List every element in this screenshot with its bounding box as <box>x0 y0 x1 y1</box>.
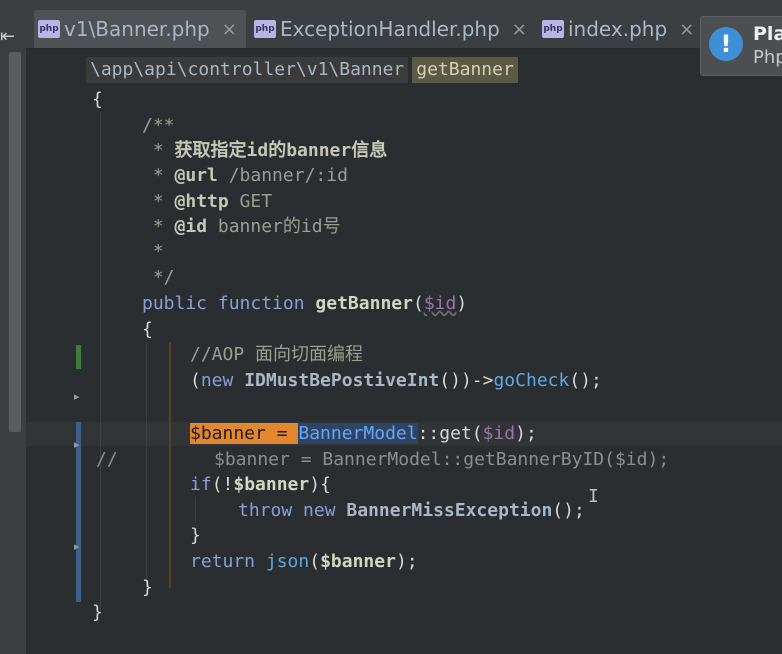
variable: $id <box>482 423 516 444</box>
doc-text: 获取指定id的banner信息 <box>174 140 388 161</box>
left-tool-strip <box>0 48 26 654</box>
code-line[interactable]: * <box>142 240 164 264</box>
indent-guide <box>195 497 196 523</box>
notification-subtitle: Php <box>753 47 782 68</box>
keyword: new <box>303 500 336 521</box>
punctuation: (! <box>211 474 234 495</box>
tab-label: v1\Banner.php <box>64 17 210 41</box>
code-line[interactable]: * @http GET <box>142 190 272 214</box>
code-line[interactable]: /** <box>142 114 175 138</box>
code-line[interactable]: return json($banner); <box>190 550 418 574</box>
class-name: BannerMissException <box>346 500 553 521</box>
breadcrumb-method[interactable]: getBanner <box>412 57 518 83</box>
doc-value: GET <box>228 191 273 212</box>
code-line[interactable]: //AOP 面向切面编程 <box>190 343 363 367</box>
paren: ) <box>456 293 468 314</box>
doc-star: * <box>142 216 175 237</box>
paren: ( <box>412 293 424 314</box>
code-line[interactable]: * 获取指定id的banner信息 <box>142 139 387 163</box>
gutter-arrow-icon: ▸ <box>74 390 80 403</box>
code-line[interactable]: { <box>92 88 103 112</box>
back-arrow-icon[interactable]: ⇤ <box>0 26 15 47</box>
tab-banner-php[interactable]: php v1\Banner.php × <box>34 10 246 48</box>
punctuation: ); <box>395 551 418 572</box>
gutter-added-marker[interactable] <box>76 345 81 369</box>
notification-title: Pla <box>753 23 782 45</box>
paren: ( <box>309 551 321 572</box>
notification-popup[interactable]: ! Pla Php <box>700 16 782 76</box>
commented-code-line[interactable]: $banner = BannerModel::getBannerByID($id… <box>214 448 669 472</box>
code-line[interactable]: */ <box>142 266 175 290</box>
close-icon[interactable]: × <box>222 19 237 40</box>
code-line[interactable]: * @id banner的id号 <box>142 215 341 239</box>
doc-value: banner的id号 <box>207 216 341 237</box>
comment-marker[interactable]: // <box>96 448 118 472</box>
indent-guide <box>100 112 101 612</box>
gutter-arrow-icon: ▸ <box>74 438 80 451</box>
doc-tag: @http <box>174 191 229 212</box>
highlighted-operator: = <box>265 423 299 444</box>
punctuation: ())-> <box>439 370 494 391</box>
punctuation: (); <box>552 500 585 521</box>
gutter-arrow-icon: ▸ <box>74 540 80 553</box>
editor-tab-bar: ⇤ php v1\Banner.php × php ExceptionHandl… <box>0 10 782 49</box>
php-file-icon: php <box>254 20 276 38</box>
punctuation: ){ <box>309 474 331 495</box>
tab-label: ExceptionHandler.php <box>280 17 500 41</box>
tab-index-php[interactable]: php index.php × <box>542 10 698 48</box>
variable: $banner <box>320 551 396 572</box>
tab-exceptionhandler-php[interactable]: php ExceptionHandler.php × <box>254 10 530 48</box>
php-file-icon: php <box>542 20 564 38</box>
highlighted-class: BannerModel <box>298 423 418 444</box>
class-name: IDMustBePostiveInt <box>244 370 440 391</box>
code-line[interactable]: { <box>142 318 153 342</box>
doc-star: * <box>142 191 175 212</box>
scrollbar-thumb[interactable] <box>9 52 21 432</box>
code-line[interactable]: public function getBanner($id) <box>142 292 467 316</box>
punctuation: ); <box>515 423 537 444</box>
title-strip <box>0 0 782 10</box>
variable: $id <box>423 293 457 314</box>
variable: $banner <box>233 474 310 495</box>
punctuation: ::get( <box>417 423 483 444</box>
doc-tag: @id <box>174 216 208 237</box>
doc-value: /banner/:id <box>217 165 348 186</box>
doc-star: * <box>142 165 175 186</box>
code-line[interactable]: } <box>142 576 153 600</box>
code-line[interactable]: (new IDMustBePostiveInt())->goCheck(); <box>190 369 602 393</box>
keyword: return <box>190 551 256 572</box>
code-line[interactable]: $banner = BannerModel::get($id); <box>190 422 537 446</box>
keyword: throw <box>238 500 293 521</box>
tab-label: index.php <box>568 17 668 41</box>
keyword: public <box>142 293 208 314</box>
function-name: getBanner <box>315 293 413 314</box>
code-line[interactable]: } <box>190 524 201 548</box>
breadcrumb-path[interactable]: \app\api\controller\v1\Banner <box>86 57 409 83</box>
close-icon[interactable]: × <box>512 19 527 40</box>
php-file-icon: php <box>38 20 60 38</box>
code-line[interactable]: } <box>92 601 103 625</box>
keyword: new <box>200 370 234 391</box>
caret-column-guide <box>169 342 171 588</box>
code-line[interactable]: throw new BannerMissException(); <box>238 499 585 523</box>
indent-guide <box>146 342 147 588</box>
keyword: if <box>190 474 212 495</box>
mouse-cursor-icon: I <box>588 486 599 507</box>
breadcrumb: \app\api\controller\v1\Banner getBanner <box>86 57 518 83</box>
info-icon: ! <box>709 27 743 61</box>
doc-tag: @url <box>174 165 218 186</box>
doc-star: * <box>142 140 175 161</box>
method-call: goCheck <box>493 370 570 391</box>
function-call: json <box>265 551 310 572</box>
code-line[interactable]: * @url /banner/:id <box>142 164 348 188</box>
highlighted-variable: $banner <box>190 423 266 444</box>
close-icon[interactable]: × <box>679 19 694 40</box>
punctuation: (); <box>569 370 602 391</box>
code-line[interactable]: if(!$banner){ <box>190 473 331 497</box>
keyword: function <box>217 293 305 314</box>
paren: ( <box>190 370 201 391</box>
